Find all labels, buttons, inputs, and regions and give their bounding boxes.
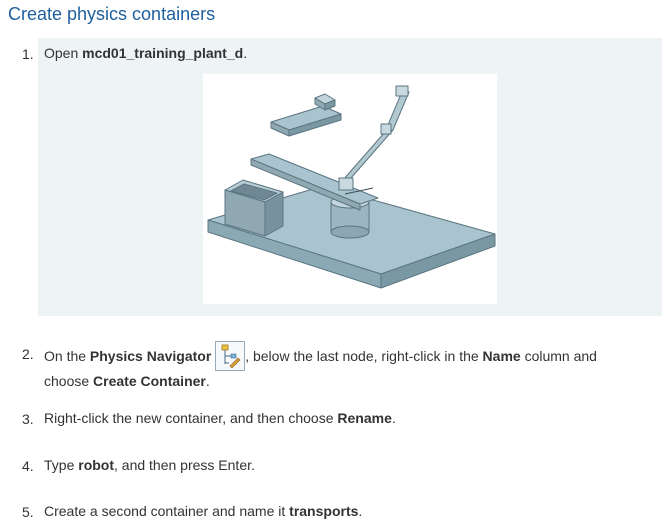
- file-name: mcd01_training_plant_d: [82, 45, 244, 61]
- step-4-text: Type robot, and then press Enter.: [44, 455, 255, 476]
- cylinder-bottom: [330, 225, 370, 239]
- plant-model-illustration: [207, 85, 496, 289]
- step-text: Create a second container and name it: [44, 503, 290, 519]
- ui-term: Create Container: [93, 373, 206, 389]
- step-number: 3.: [22, 411, 34, 427]
- page-title: Create physics containers: [8, 4, 216, 24]
- step-text: On the: [44, 348, 90, 364]
- step-text: .: [391, 410, 396, 426]
- step-2-text: On the Physics Navigator , below the las…: [44, 341, 664, 392]
- step-text: .: [358, 503, 363, 519]
- step-text: Right-click the new container, and then …: [44, 410, 338, 426]
- plant-model-figure: [203, 74, 497, 304]
- step-text: column and: [520, 348, 597, 364]
- step-text: Open: [44, 45, 83, 61]
- robot-gripper: [338, 177, 354, 191]
- step-text: Type: [44, 457, 79, 473]
- step-text: .: [243, 45, 248, 61]
- ui-term: transports: [289, 503, 359, 519]
- step-number: 1.: [22, 46, 34, 62]
- step-3-text: Right-click the new container, and then …: [44, 408, 396, 429]
- step-number: 4.: [22, 458, 34, 474]
- robot-joint-elbow: [380, 123, 392, 135]
- step-5-text: Create a second container and name it tr…: [44, 501, 362, 522]
- ui-term: robot: [78, 457, 115, 473]
- ui-term: Rename: [337, 410, 392, 426]
- step-text: .: [205, 373, 210, 389]
- ui-term: Physics Navigator: [89, 348, 212, 364]
- ui-term: Name: [482, 348, 521, 364]
- robot-joint-top: [395, 85, 409, 97]
- physics-navigator-icon: [215, 341, 246, 371]
- step-number: 5.: [22, 504, 34, 520]
- step-1-text: Open mcd01_training_plant_d.: [44, 43, 247, 64]
- step-number: 2.: [22, 346, 34, 362]
- step-text: , and then press Enter.: [114, 457, 255, 473]
- step-text: choose: [44, 373, 94, 389]
- step-text: , below the last node, right-click in th…: [245, 348, 483, 364]
- robot-lower-arm: [342, 129, 394, 181]
- physics-navigator-glyph: [221, 344, 241, 369]
